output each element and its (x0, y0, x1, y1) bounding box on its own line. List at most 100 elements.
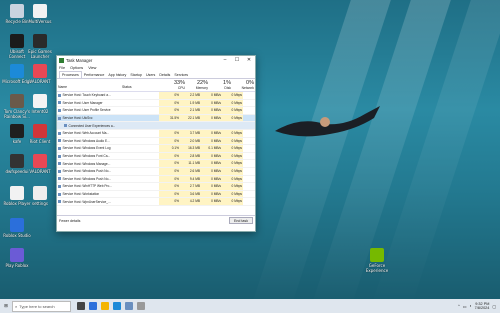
process-row[interactable]: Service Host: Touch Keyboard a... 0% 2.2 M… (57, 92, 255, 100)
process-row[interactable]: Service Host: WinHTTP Web Pro... 0% 2.7 MB… (57, 183, 255, 191)
tab-processes[interactable]: Processes (59, 71, 82, 78)
desktop-icon[interactable]: VALORANT (25, 64, 55, 84)
process-name-cell: Service Host: Windows Push No... (57, 177, 119, 181)
process-row[interactable]: Service Host: Web Account Ma... 0% 3.7 MB 0… (57, 129, 255, 138)
process-name-cell: Service Host: Touch Keyboard a... (57, 93, 119, 97)
process-name-cell: Service Host: Windows Push No... (57, 169, 119, 173)
process-cpu-cell (165, 122, 186, 129)
volume-icon[interactable]: ◖ (469, 304, 471, 308)
app-icon (33, 124, 47, 138)
process-name: Service Host: WinHTTP Web Pro... (62, 184, 112, 189)
process-icon (64, 124, 67, 128)
process-name: Service Host: Workstation (62, 192, 100, 197)
process-icon (58, 184, 61, 188)
process-name: Service Host: Web Account Ma... (62, 131, 110, 136)
desktop-icon[interactable]: VALORANT (25, 154, 55, 174)
start-button[interactable]: ⊞ (0, 303, 12, 309)
window-title: Task Manager (66, 58, 93, 63)
process-cpu-cell: 0% (159, 183, 180, 190)
process-disk-cell: 0 MB/s (201, 183, 222, 190)
desktop-icon[interactable]: GeForce Experience (362, 248, 392, 273)
desktop-icon-label: VALORANT (29, 169, 51, 174)
process-row[interactable]: Service Host: Windows Push No... 0% 2.6 MB… (57, 167, 255, 176)
process-row[interactable]: Service Host: User Profile Service 0% 2.1 … (57, 107, 255, 115)
app-icon (10, 248, 24, 262)
process-name-cell: Service Host: WinHTTP Web Pro... (57, 184, 119, 188)
header-network[interactable]: 0% Network (232, 79, 255, 91)
desktop-icon[interactable]: Roblox Studio (2, 218, 32, 238)
header-status[interactable]: Status (121, 79, 163, 91)
app-icon (10, 94, 24, 108)
process-row[interactable]: Connected User Experiences a... (57, 122, 255, 130)
search-icon: ⌕ (15, 303, 18, 309)
pinned-app-icon[interactable] (89, 302, 97, 310)
tab-users[interactable]: Users (144, 72, 157, 78)
pinned-app-icon[interactable] (137, 302, 145, 310)
process-net-cell: 0 Mbps (222, 167, 243, 175)
desktop-icon[interactable]: Play Roblox (2, 248, 32, 268)
desktop-icon-label: GeForce Experience (365, 263, 389, 273)
process-mem-cell: 3.7 MB (180, 129, 201, 137)
desktop-icon[interactable]: Intent02 (25, 94, 55, 114)
desktop-icon[interactable]: MultiVersus (25, 4, 55, 24)
process-cpu-cell: 0% (159, 99, 180, 107)
process-row[interactable]: Service Host: Windows Manage... 0% 11.1 MB… (57, 160, 255, 168)
pinned-app-icon[interactable] (77, 302, 85, 310)
header-name[interactable]: Name (57, 79, 121, 91)
app-icon (33, 186, 47, 200)
end-task-button[interactable]: End task (229, 217, 253, 224)
process-icon (58, 200, 61, 204)
process-row[interactable]: Service Host: Windows Font Ca... 0% 2.8 MB… (57, 152, 255, 161)
notification-icon[interactable]: ▢ (492, 304, 496, 309)
clock[interactable]: 9:32 PM 7/8/2024 (475, 302, 490, 311)
process-icon (58, 146, 61, 150)
tab-performance[interactable]: Performance (82, 72, 107, 78)
header-disk[interactable]: 1% Disk (209, 79, 232, 91)
process-row[interactable]: Service Host: Windows Push No... 0% 9.4 MB… (57, 175, 255, 184)
process-row[interactable]: Service Host: Windows Event Log 0.1% 16.3 … (57, 145, 255, 153)
process-list[interactable]: Service Host: Touch Keyboard a... 0% 2.2 M… (57, 92, 255, 215)
process-disk-cell: 0 MB/s (201, 114, 222, 122)
minimize-button[interactable]: – (219, 56, 231, 65)
tab-startup[interactable]: Startup (128, 72, 144, 78)
desktop-icon[interactable]: Riot Client (25, 124, 55, 144)
header-memory[interactable]: 22% Memory (186, 79, 209, 91)
fewer-details-link[interactable]: Fewer details (59, 219, 80, 223)
process-row[interactable]: Service Host: UtcSvc 31.5% 22.1 MB 0 MB/s 0 … (57, 114, 255, 123)
desktop-icon[interactable]: Epic Games Launcher (25, 34, 55, 59)
menu-options[interactable]: Options (70, 66, 83, 70)
process-row[interactable]: Service Host: WpnUserService_... 0% 4.2 MB… (57, 198, 255, 206)
desktop-icon-label: VALORANT (29, 79, 51, 84)
process-name: Connected User Experiences a... (68, 123, 116, 128)
task-manager-window[interactable]: Task Manager – ☐ ✕ File Options View Pro… (56, 55, 256, 232)
close-button[interactable]: ✕ (243, 56, 255, 65)
chevron-up-icon[interactable]: ^ (458, 304, 460, 308)
process-row[interactable]: Service Host: Workstation 0% 3.6 MB 0 MB/s 0… (57, 190, 255, 199)
process-mem-cell: 16.3 MB (180, 145, 201, 152)
menu-file[interactable]: File (59, 66, 65, 70)
pinned-app-icon[interactable] (125, 302, 133, 310)
title-bar[interactable]: Task Manager – ☐ ✕ (57, 56, 255, 65)
header-cpu[interactable]: 33% CPU (163, 79, 186, 91)
pinned-app-icon[interactable] (113, 302, 121, 310)
maximize-button[interactable]: ☐ (231, 56, 243, 65)
process-row[interactable]: Service Host: User Manager 0% 1.9 MB 0 MB/s… (57, 99, 255, 108)
process-mem-cell: 2.1 MB (180, 107, 201, 114)
process-icon (58, 139, 61, 143)
tab-details[interactable]: Details (157, 72, 172, 78)
menu-view[interactable]: View (88, 66, 96, 70)
process-icon (58, 116, 61, 120)
tab-app-history[interactable]: App history (106, 72, 128, 78)
app-icon (10, 218, 24, 232)
app-icon (10, 186, 24, 200)
process-row[interactable]: Service Host: Windows Audio E... 0% 2.0 MB… (57, 137, 255, 146)
network-icon[interactable]: ▭ (463, 304, 467, 309)
process-disk-cell: 0 MB/s (201, 92, 222, 99)
app-icon (33, 94, 47, 108)
search-box[interactable]: ⌕ Type here to search (12, 300, 71, 312)
tab-services[interactable]: Services (172, 72, 190, 78)
process-name: Service Host: UtcSvc (62, 116, 93, 121)
desktop-icon[interactable]: settings (25, 186, 55, 206)
pinned-app-icon[interactable] (101, 302, 109, 310)
process-net-cell: 0 Mbps (222, 198, 243, 205)
